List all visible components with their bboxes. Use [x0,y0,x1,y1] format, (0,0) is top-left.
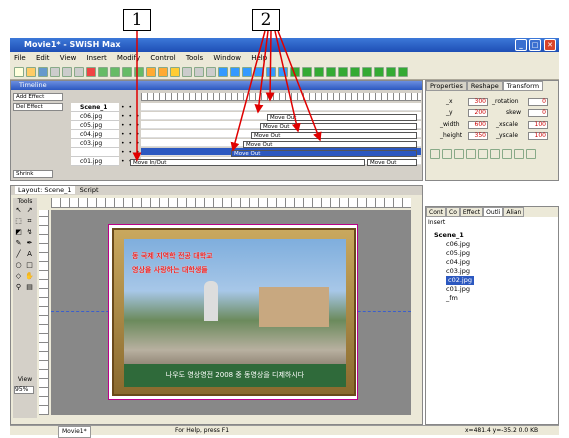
arrow-two-c [265,30,275,102]
arrow-two-b [254,30,269,114]
arrow-two-d [274,30,301,133]
arrow-two-e [277,30,322,142]
annotation-arrows [132,30,322,162]
